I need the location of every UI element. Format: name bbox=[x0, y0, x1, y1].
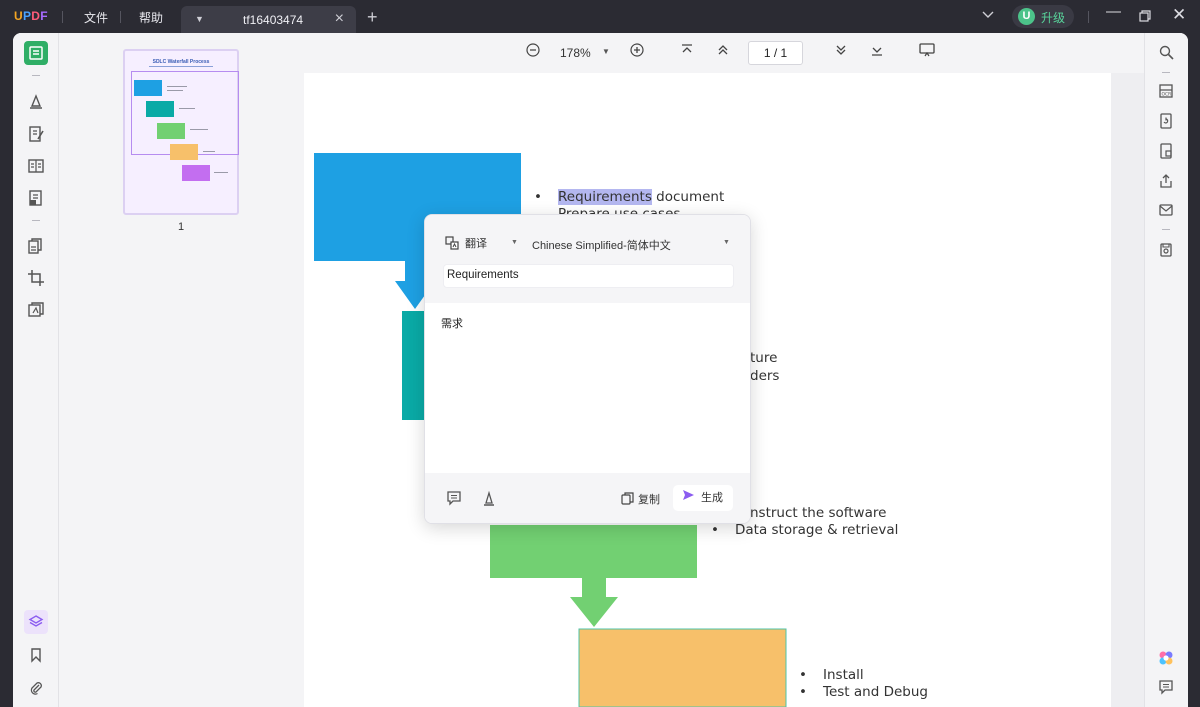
ocr-icon[interactable]: OCR bbox=[1155, 80, 1177, 102]
updf-logo: UPDF bbox=[14, 9, 48, 23]
left-toolbar bbox=[13, 33, 59, 707]
mode-dropdown-icon[interactable]: ▼ bbox=[511, 239, 518, 246]
send-icon bbox=[682, 485, 695, 511]
translation-result: 需求 bbox=[441, 318, 463, 330]
title-separator bbox=[62, 11, 63, 23]
presentation-icon[interactable] bbox=[919, 43, 935, 60]
chat-icon[interactable] bbox=[446, 490, 462, 511]
bullet-architecture: ture bbox=[726, 350, 778, 366]
highlighter-icon[interactable] bbox=[481, 490, 497, 511]
svg-text:OCR: OCR bbox=[1162, 92, 1172, 98]
attachment-icon[interactable] bbox=[24, 676, 48, 700]
title-separator bbox=[120, 11, 121, 23]
tab-close-icon[interactable]: × bbox=[335, 10, 344, 28]
generate-label: 生成 bbox=[701, 492, 723, 504]
ai-tools-icon[interactable] bbox=[24, 298, 48, 322]
close-window-icon[interactable]: ✕ bbox=[1172, 5, 1186, 25]
bullet-requirements: Requirements document bbox=[534, 189, 724, 205]
zoom-level[interactable]: 178% bbox=[560, 46, 591, 60]
bullet-test-debug: Test and Debug bbox=[799, 684, 928, 700]
document-tab[interactable]: ▼ tf16403474 × bbox=[181, 6, 356, 34]
language-dropdown-icon[interactable]: ▼ bbox=[723, 239, 730, 246]
new-tab-icon[interactable]: + bbox=[367, 7, 378, 28]
ai-assistant-icon[interactable] bbox=[1155, 647, 1177, 669]
generate-button[interactable]: 生成 bbox=[673, 485, 733, 511]
bookmark-icon[interactable] bbox=[24, 643, 48, 667]
save-icon[interactable] bbox=[1155, 239, 1177, 261]
translate-icon bbox=[445, 235, 459, 253]
zoom-in-icon[interactable] bbox=[630, 43, 644, 60]
highlighted-selection[interactable]: Requirements bbox=[558, 189, 652, 205]
page-tools-icon[interactable] bbox=[24, 186, 48, 210]
verification-block bbox=[578, 628, 787, 707]
menu-help[interactable]: 帮助 bbox=[139, 9, 163, 26]
share-icon[interactable] bbox=[1155, 170, 1177, 192]
bullet-construct: nstruct the software bbox=[726, 505, 886, 521]
copy-button[interactable]: 复制 bbox=[621, 491, 660, 508]
zoom-out-icon[interactable] bbox=[526, 43, 540, 60]
organize-pages-icon[interactable] bbox=[24, 234, 48, 258]
bullet-stakeholders: ders bbox=[726, 368, 780, 384]
popup-footer: 复制 生成 bbox=[425, 473, 750, 523]
translate-popup: 翻译 ▼ Chinese Simplified-简体中文 ▼ Requireme… bbox=[424, 214, 751, 524]
bullet-data-storage: Data storage & retrieval bbox=[711, 522, 898, 538]
thumbnail-title: SDLC Waterfall Process bbox=[152, 59, 210, 65]
next-page-icon[interactable] bbox=[835, 43, 847, 59]
minimize-icon[interactable]: — bbox=[1106, 3, 1121, 20]
convert-icon[interactable] bbox=[1155, 110, 1177, 132]
reader-mode-icon[interactable] bbox=[24, 41, 48, 65]
mode-selector[interactable]: 翻译 bbox=[445, 235, 487, 253]
implementation-block bbox=[490, 525, 697, 627]
page-thumbnail[interactable]: SDLC Waterfall Process bbox=[123, 49, 239, 215]
copy-label: 复制 bbox=[638, 494, 660, 506]
page-number: 1 bbox=[178, 221, 185, 233]
mode-label: 翻译 bbox=[465, 238, 487, 250]
previous-page-icon[interactable] bbox=[717, 43, 729, 59]
layers-icon[interactable] bbox=[24, 610, 48, 634]
protect-icon[interactable] bbox=[1155, 140, 1177, 162]
comment-highlighter-icon[interactable] bbox=[24, 89, 48, 113]
crop-icon[interactable] bbox=[24, 266, 48, 290]
edit-pdf-icon[interactable] bbox=[24, 122, 48, 146]
avatar: U bbox=[1018, 8, 1035, 25]
comment-list-icon[interactable] bbox=[1155, 676, 1177, 698]
menu-file[interactable]: 文件 bbox=[84, 9, 108, 26]
first-page-icon[interactable] bbox=[681, 43, 693, 59]
source-text-field[interactable]: Requirements bbox=[443, 264, 734, 288]
chevron-down-icon[interactable] bbox=[982, 8, 994, 22]
title-separator bbox=[1088, 11, 1089, 23]
target-language-select[interactable]: Chinese Simplified-简体中文 bbox=[532, 237, 671, 253]
form-icon[interactable] bbox=[24, 154, 48, 178]
right-toolbar: OCR bbox=[1144, 33, 1188, 707]
zoom-dropdown-icon[interactable]: ▼ bbox=[602, 47, 610, 56]
search-icon[interactable] bbox=[1155, 41, 1177, 63]
last-page-icon[interactable] bbox=[871, 43, 883, 59]
page-indicator[interactable]: 1 / 1 bbox=[748, 41, 803, 65]
copy-icon bbox=[621, 492, 634, 508]
upgrade-label: 升级 bbox=[1041, 11, 1066, 25]
popup-header: 翻译 ▼ Chinese Simplified-简体中文 ▼ Requireme… bbox=[425, 215, 750, 303]
upgrade-button[interactable]: U 升级 bbox=[1012, 5, 1074, 28]
tab-dropdown-icon[interactable]: ▼ bbox=[195, 14, 204, 24]
title-bar: UPDF 文件 帮助 ▼ tf16403474 × + U 升级 — ✕ bbox=[0, 0, 1200, 34]
email-icon[interactable] bbox=[1155, 199, 1177, 221]
bullet-install: Install bbox=[799, 667, 863, 683]
view-toolbar: 178% ▼ 1 / 1 bbox=[304, 33, 1144, 73]
tab-title: tf16403474 bbox=[243, 13, 304, 27]
restore-icon[interactable] bbox=[1139, 9, 1151, 26]
thumbnail-panel: SDLC Waterfall Process 1 bbox=[60, 33, 304, 707]
